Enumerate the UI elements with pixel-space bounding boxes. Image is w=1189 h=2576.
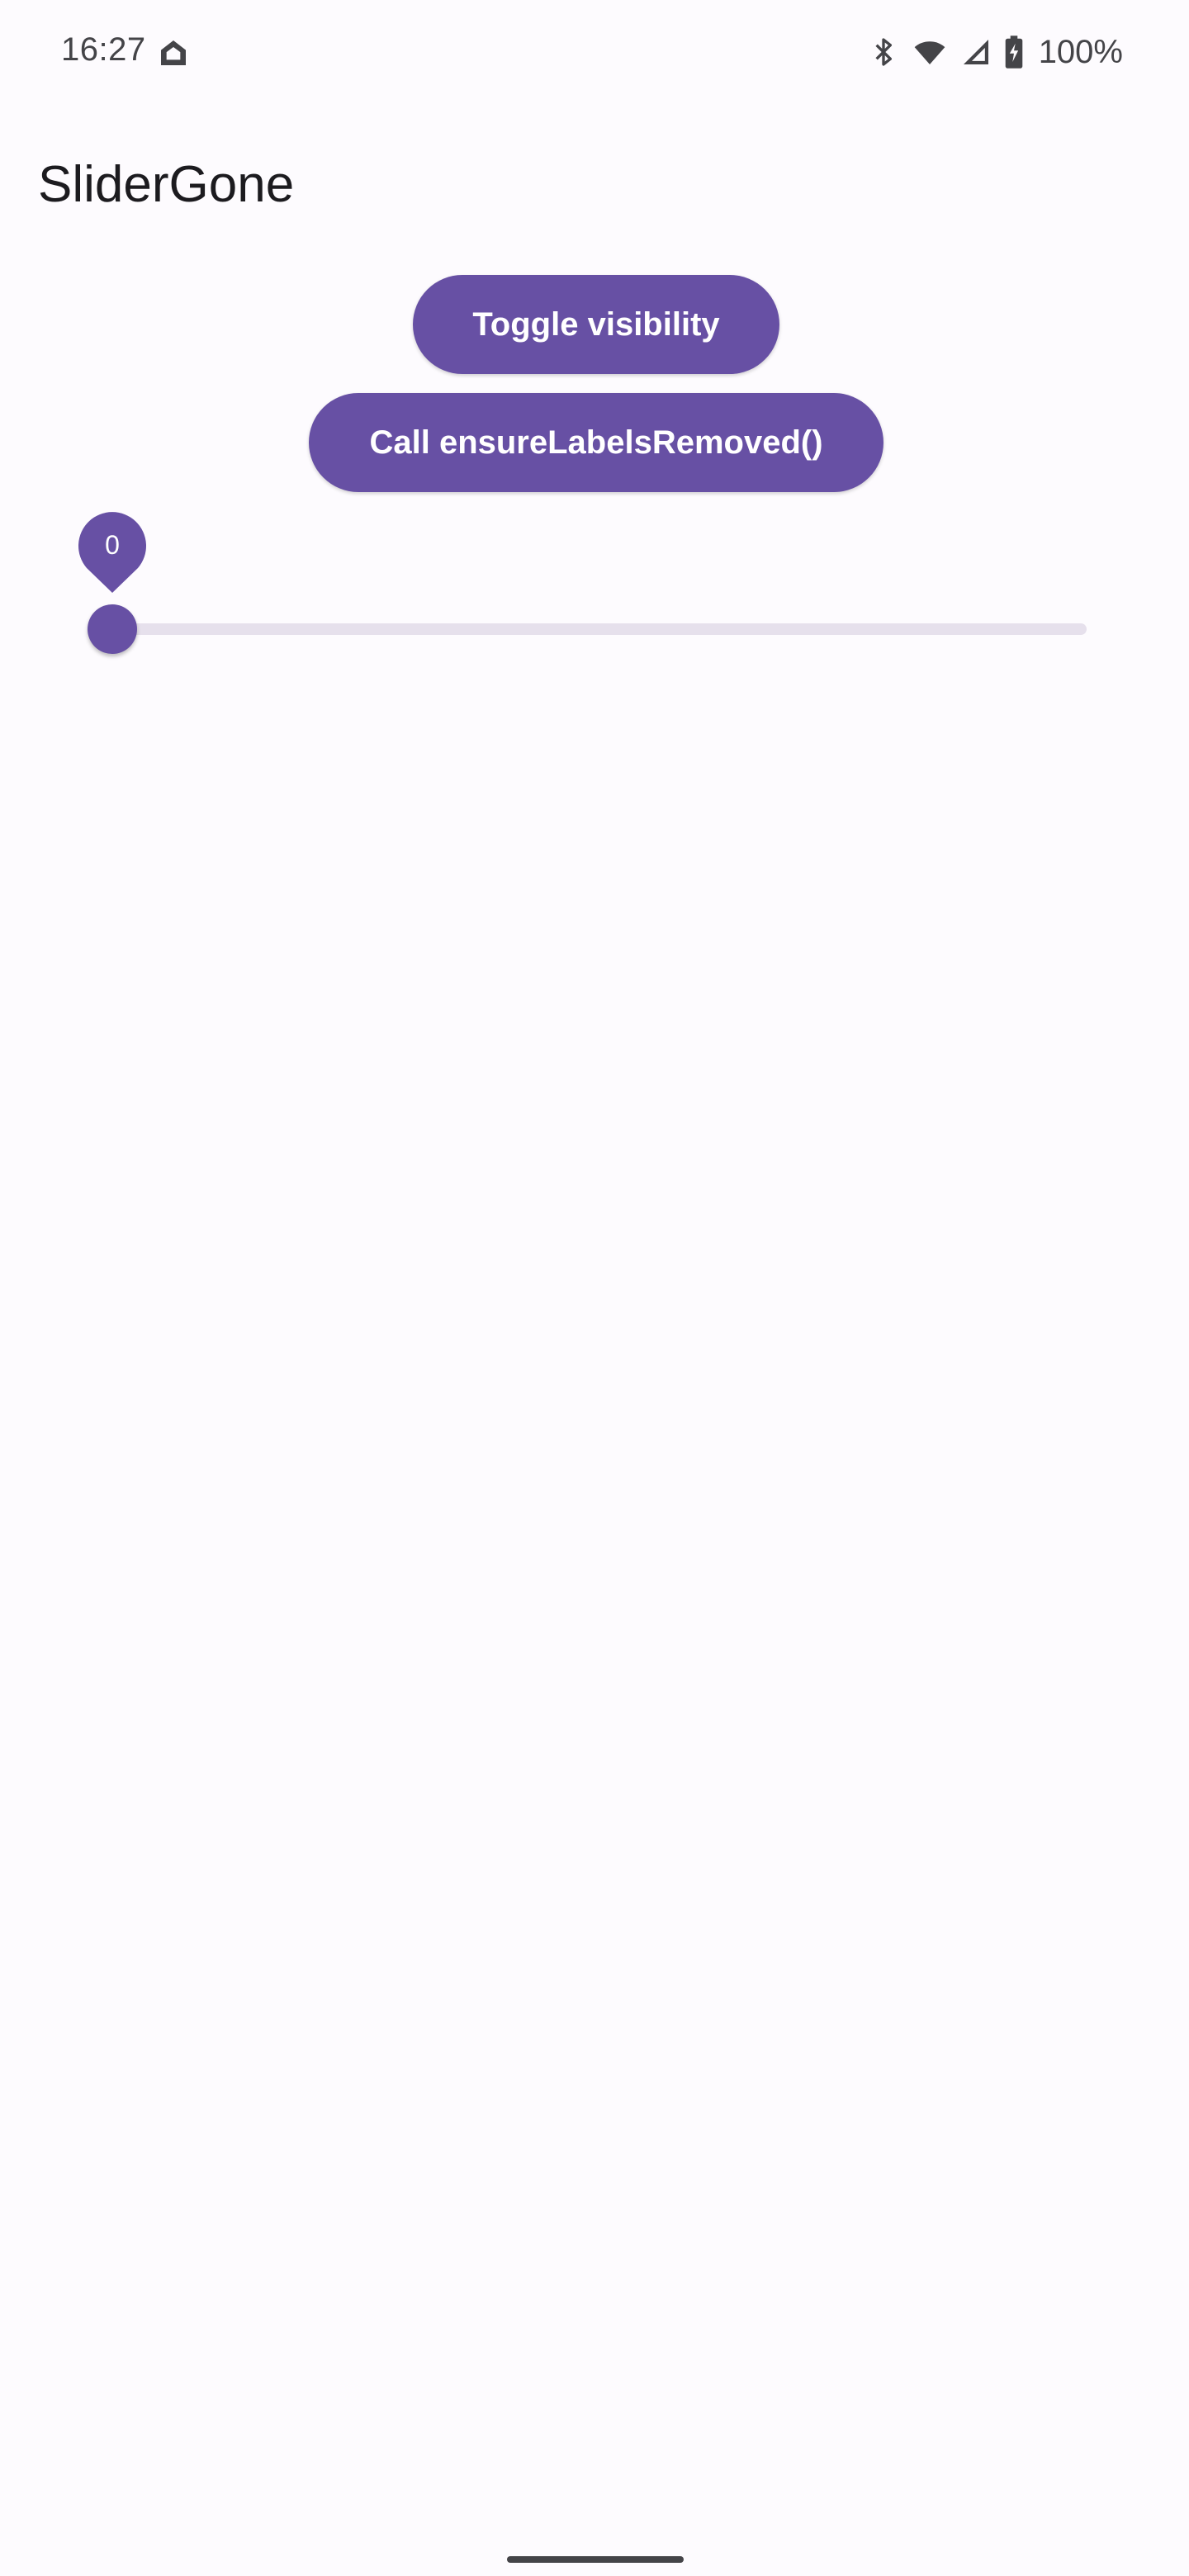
status-bar: 16:27 100% bbox=[0, 0, 1189, 106]
slider[interactable]: 0 bbox=[58, 504, 1106, 669]
cell-signal-icon bbox=[963, 40, 988, 64]
slider-track[interactable] bbox=[112, 623, 1087, 635]
page-title: SliderGone bbox=[38, 156, 295, 213]
slider-label-text: 0 bbox=[105, 530, 120, 560]
status-icons: 100% bbox=[867, 31, 1123, 73]
status-time: 16:27 bbox=[61, 31, 146, 68]
gesture-nav-handle[interactable] bbox=[507, 2556, 684, 2563]
wifi-icon bbox=[914, 41, 945, 64]
slider-thumb[interactable] bbox=[88, 604, 137, 654]
slider-value-label: 0 bbox=[78, 512, 147, 594]
ensure-labels-removed-button[interactable]: Call ensureLabelsRemoved() bbox=[309, 393, 883, 492]
toggle-visibility-button[interactable]: Toggle visibility bbox=[413, 275, 779, 374]
bluetooth-icon bbox=[875, 38, 892, 66]
home-icon bbox=[161, 40, 186, 65]
battery-percent: 100% bbox=[1038, 33, 1123, 70]
battery-charging-icon bbox=[1005, 36, 1022, 69]
